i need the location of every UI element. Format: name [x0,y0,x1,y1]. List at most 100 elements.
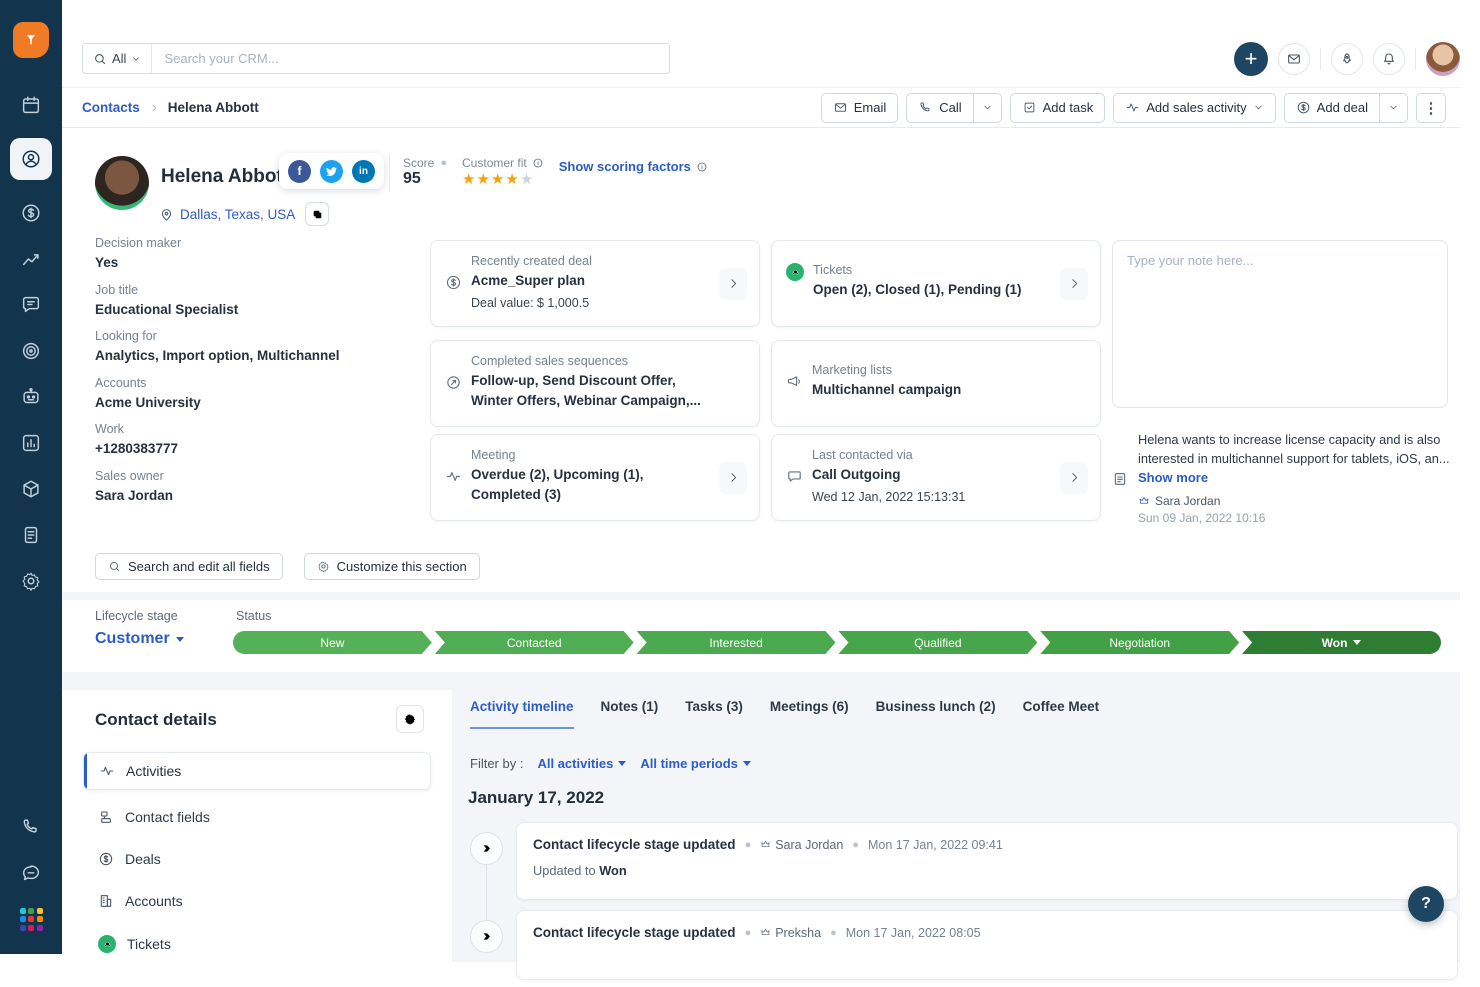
card-meeting[interactable]: Meeting Overdue (2), Upcoming (1), Compl… [430,434,760,521]
chevron-right-icon [149,103,159,113]
megaphone-icon [786,364,803,400]
user-avatar[interactable] [1426,42,1460,76]
whats-new-rocket-icon[interactable] [1331,43,1363,75]
facebook-icon[interactable]: f [288,160,311,183]
stage-new[interactable]: New [233,631,432,654]
chevron-right-icon[interactable] [719,268,747,300]
nav-phone-icon[interactable] [10,814,52,840]
work-phone-link[interactable]: +1280383777 [95,440,415,458]
left-nav-rail [0,0,62,954]
sidebar-item-tickets[interactable]: Tickets [98,935,171,953]
customize-section-button[interactable]: Customize this section [304,553,480,580]
nav-reports-icon[interactable] [10,430,52,456]
lifecycle-stage-dropdown[interactable]: Customer [95,630,184,648]
lifecycle-event-icon [470,920,503,953]
card-marketing-lists[interactable]: Marketing lists Multichannel campaign [771,340,1101,427]
card-recent-deal[interactable]: Recently created deal Acme_Super plan De… [430,240,760,327]
nav-products-icon[interactable] [10,476,52,502]
search-scope-dropdown[interactable]: All [83,44,152,73]
sidebar-item-activities[interactable]: Activities [83,752,431,790]
tab-business-lunch[interactable]: Business lunch (2) [876,699,996,729]
info-icon[interactable] [696,161,708,173]
tab-tasks[interactable]: Tasks (3) [685,699,743,729]
add-deal-button[interactable]: Add deal [1284,93,1380,123]
contact-details-gear-icon[interactable] [396,705,424,733]
card-last-contacted[interactable]: Last contacted via Call Outgoing Wed 12 … [771,434,1101,521]
copy-icon[interactable] [305,202,329,226]
add-task-button[interactable]: Add task [1010,93,1106,123]
nav-settings-icon[interactable] [10,568,52,594]
app-switcher-icon[interactable] [10,906,52,932]
notifications-bell-icon[interactable] [1373,43,1405,75]
info-icon[interactable] [532,157,544,169]
timeline-entry-time: Mon 17 Jan, 2022 08:05 [846,926,981,940]
stage-won-dropdown[interactable]: Won [1242,631,1441,654]
chevron-right-icon[interactable] [719,462,747,494]
email-button[interactable]: Email [821,93,899,123]
tab-activity-timeline[interactable]: Activity timeline [470,699,574,729]
sidebar-item-accounts[interactable]: Accounts [98,893,183,909]
nav-analytics-icon[interactable] [10,246,52,272]
sidebar-item-deals[interactable]: Deals [98,851,161,867]
twitter-icon[interactable] [320,160,343,183]
author-crown-icon [760,927,771,938]
chevron-right-icon[interactable] [1060,462,1088,494]
card-sales-sequences[interactable]: Completed sales sequences Follow-up, Sen… [430,340,760,427]
search-edit-fields-button[interactable]: Search and edit all fields [95,553,283,580]
tab-coffee-meet[interactable]: Coffee Meet [1023,699,1100,729]
topbar: All + [62,30,1460,87]
add-deal-dropdown-button[interactable] [1380,93,1408,123]
filter-all-time-periods[interactable]: All time periods [640,756,751,771]
contact-fields-list: Decision maker Yes Job title Educational… [95,236,415,504]
contact-avatar [95,156,149,210]
note-author: Sara Jordan [1155,494,1220,508]
add-sales-activity-button[interactable]: Add sales activity [1113,93,1275,123]
contact-location-link[interactable]: Dallas, Texas, USA [180,207,295,222]
linkedin-icon[interactable]: in [352,160,375,183]
call-button[interactable]: Call [906,93,973,123]
breadcrumb-contacts-link[interactable]: Contacts [82,100,140,115]
note-timestamp: Sun 09 Jan, 2022 10:16 [1138,511,1454,525]
show-more-link[interactable]: Show more [1138,470,1454,485]
freshworks-logo-icon[interactable] [13,22,49,58]
email-inbox-icon[interactable] [1278,43,1310,75]
help-button[interactable]: ? [1408,886,1444,922]
nav-conversations-icon[interactable] [10,292,52,318]
note-input[interactable] [1112,240,1448,408]
call-dropdown-button[interactable] [974,93,1002,123]
nav-chat-icon[interactable] [10,860,52,886]
chevron-right-icon[interactable] [1060,268,1088,300]
nav-bot-icon[interactable] [10,384,52,410]
nav-calendar-icon[interactable] [10,92,52,118]
search-input[interactable] [152,51,669,66]
filter-all-activities[interactable]: All activities [537,756,626,771]
stage-interested[interactable]: Interested [637,631,836,654]
card-tickets[interactable]: Tickets Open (2), Closed (1), Pending (1… [771,240,1101,327]
social-links: f in [279,153,384,189]
more-actions-kebab-button[interactable]: ⋮ [1416,93,1446,123]
field-accounts: Accounts Acme University [95,376,415,412]
tab-notes[interactable]: Notes (1) [601,699,659,729]
tab-meetings[interactable]: Meetings (6) [770,699,849,729]
stage-negotiation[interactable]: Negotiation [1040,631,1239,654]
divider [1415,48,1416,70]
divider [1320,48,1321,70]
stage-qualified[interactable]: Qualified [838,631,1037,654]
star-icon: ★ [476,171,490,188]
account-link[interactable]: Acme University [95,394,415,412]
sidebar-item-contact-fields[interactable]: Contact fields [98,809,210,825]
stage-contacted[interactable]: Contacted [435,631,634,654]
nav-contacts-icon[interactable] [10,138,52,180]
nav-documents-icon[interactable] [10,522,52,548]
nav-deals-icon[interactable] [10,200,52,226]
gear-icon [317,560,330,573]
timeline-entry-author: Preksha [760,926,821,940]
field-work-phone: Work +1280383777 [95,422,415,458]
caret-down-icon [176,637,184,642]
show-scoring-factors-link[interactable]: Show scoring factors [559,159,691,174]
quick-add-button[interactable]: + [1234,42,1268,76]
nav-goals-icon[interactable] [10,338,52,364]
breadcrumb-current: Helena Abbott [168,100,259,115]
activity-pulse-icon [99,763,115,779]
search-icon [93,52,107,66]
